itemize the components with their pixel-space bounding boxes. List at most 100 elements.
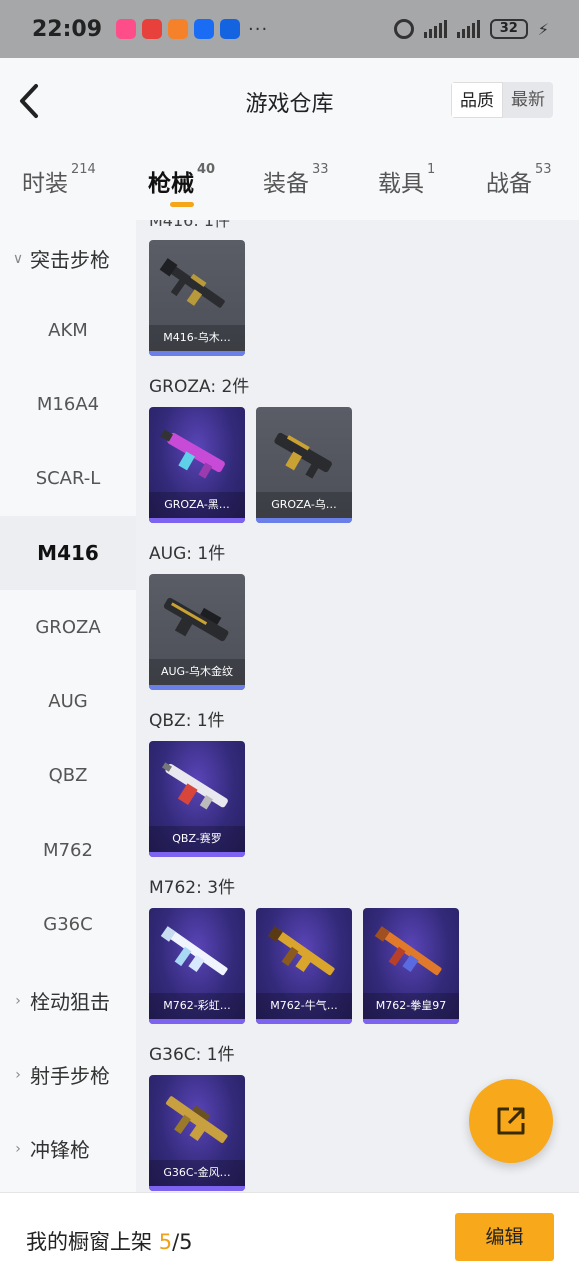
sidebar-category-label: 栓动狙击	[30, 990, 110, 1014]
sidebar-item-m762[interactable]: M762	[0, 814, 136, 888]
weapon-grid: M416: 1件 M416-乌木… GROZA: 2件 GROZA-黑… GRO…	[136, 220, 579, 1192]
group-label-qbz: QBZ: 1件	[149, 711, 225, 731]
category-tabs: 时装214 枪械40 装备33 载具1 战备53	[0, 144, 579, 220]
sidebar-item-g36c[interactable]: G36C	[0, 888, 136, 962]
tab-count: 40	[197, 162, 216, 177]
notification-app-icon	[220, 19, 241, 39]
sidebar-category-label: 射手步枪	[30, 1064, 110, 1088]
tab-count: 33	[312, 162, 329, 177]
chevron-right-icon: ›	[15, 1066, 21, 1083]
tab-count: 53	[535, 162, 552, 177]
group-label-groza: GROZA: 2件	[149, 377, 250, 397]
rifle-icon	[160, 429, 225, 479]
sidebar-category-label: 突击步枪	[30, 248, 110, 272]
rifle-icon	[159, 258, 225, 308]
group-label-m762: M762: 3件	[149, 878, 236, 898]
sidebar-category-marksman[interactable]: › 射手步枪	[10, 1060, 110, 1089]
chevron-down-icon: ∨	[12, 250, 24, 267]
skin-card[interactable]: GROZA-黑…	[149, 407, 245, 523]
rifle-icon	[267, 926, 335, 976]
tab-label: 载具	[378, 171, 424, 197]
skin-card-name: M762-牛气…	[256, 993, 352, 1019]
skin-card-name: M762-拳皇97	[363, 993, 459, 1019]
skin-card-name: AUG-乌木金纹	[149, 659, 245, 685]
group-label-m416: M416: 1件	[149, 220, 231, 230]
tab-battle-gear[interactable]: 战备53	[486, 162, 552, 198]
edit-button[interactable]: 编辑	[455, 1213, 554, 1261]
share-button[interactable]	[469, 1079, 553, 1163]
skin-card-name: QBZ-赛罗	[149, 826, 245, 852]
rarity-bar	[149, 852, 245, 857]
sidebar-item-m16a4[interactable]: M16A4	[0, 368, 136, 442]
sidebar-category-label: 冲锋枪	[30, 1138, 90, 1162]
group-label-aug: AUG: 1件	[149, 544, 226, 564]
skin-card-name: M416-乌木…	[149, 325, 245, 351]
rarity-bar	[149, 1186, 245, 1191]
shelf-total: 5	[179, 1230, 193, 1254]
tab-fashion[interactable]: 时装214	[22, 162, 96, 198]
skin-card-name: GROZA-黑…	[149, 492, 245, 518]
sort-latest-button[interactable]: 最新	[503, 82, 553, 118]
tab-count: 1	[427, 162, 436, 177]
skin-card[interactable]: M762-拳皇97	[363, 908, 459, 1024]
shelf-count: 5	[158, 1230, 173, 1254]
showcase-shelf-status: 我的橱窗上架 5/5	[26, 1226, 193, 1256]
skin-card[interactable]: M762-牛气…	[256, 908, 352, 1024]
notification-app-icon	[142, 19, 163, 39]
tab-label: 枪械	[148, 171, 194, 197]
rifle-icon	[166, 1096, 228, 1143]
rarity-bar	[256, 518, 352, 523]
battery-icon: 32	[489, 19, 528, 39]
sidebar-item-groza[interactable]: GROZA	[0, 591, 136, 665]
skin-card[interactable]: G36C-金风…	[149, 1075, 245, 1191]
notification-app-icon	[168, 19, 189, 39]
notification-app-icon	[194, 19, 215, 39]
tab-label: 战备	[486, 171, 532, 197]
tab-firearms[interactable]: 枪械40	[148, 162, 216, 198]
tab-equipment[interactable]: 装备33	[263, 162, 329, 198]
rarity-bar	[149, 1019, 245, 1024]
sort-toggle[interactable]: 品质 最新	[451, 82, 553, 118]
header: 游戏仓库 品质 最新	[0, 58, 579, 144]
rifle-icon	[274, 432, 332, 479]
alarm-icon	[393, 19, 414, 39]
tab-label: 装备	[263, 171, 309, 197]
tab-count: 214	[71, 162, 96, 177]
rifle-icon	[162, 762, 228, 810]
back-arrow-icon[interactable]	[16, 82, 44, 120]
chevron-right-icon: ›	[15, 1140, 21, 1157]
share-icon	[497, 1107, 525, 1135]
weapon-type-sidebar: ∨ 突击步枪 AKM M16A4 SCAR-L M416 GROZA AUG Q…	[0, 220, 136, 1192]
bottom-bar: 我的橱窗上架 5/5 编辑	[0, 1192, 579, 1280]
sidebar-category-assault-rifles[interactable]: ∨ 突击步枪	[10, 244, 110, 273]
skin-card-name: G36C-金风…	[149, 1160, 245, 1186]
group-label-g36c: G36C: 1件	[149, 1045, 235, 1065]
active-tab-indicator	[170, 202, 194, 207]
sort-quality-button[interactable]: 品质	[451, 82, 503, 118]
sidebar-item-aug[interactable]: AUG	[0, 665, 136, 739]
skin-card[interactable]: QBZ-赛罗	[149, 741, 245, 857]
rifle-icon	[374, 926, 442, 976]
skin-card[interactable]: GROZA-乌…	[256, 407, 352, 523]
status-bar: 22:09 ··· 32 ⚡	[0, 0, 579, 58]
rarity-bar	[149, 351, 245, 356]
tab-vehicles[interactable]: 载具1	[378, 162, 436, 198]
sidebar-category-smg[interactable]: › 冲锋枪	[10, 1134, 90, 1163]
tab-label: 时装	[22, 171, 68, 197]
skin-card-name: M762-彩虹…	[149, 993, 245, 1019]
sidebar-category-bolt-action[interactable]: › 栓动狙击	[10, 986, 110, 1015]
sidebar-item-m416[interactable]: M416	[0, 516, 136, 590]
sidebar-item-scar-l[interactable]: SCAR-L	[0, 442, 136, 516]
skin-card[interactable]: AUG-乌木金纹	[149, 574, 245, 690]
rifle-icon	[163, 597, 229, 642]
signal-icon	[456, 20, 480, 38]
sidebar-item-akm[interactable]: AKM	[0, 294, 136, 368]
skin-card[interactable]: M416-乌木…	[149, 240, 245, 356]
rarity-bar	[149, 518, 245, 523]
more-notifications-icon: ···	[248, 18, 269, 40]
shelf-label: 我的橱窗上架	[26, 1230, 152, 1254]
skin-card[interactable]: M762-彩虹…	[149, 908, 245, 1024]
notification-app-icon	[116, 19, 137, 39]
sidebar-item-qbz[interactable]: QBZ	[0, 739, 136, 813]
chevron-right-icon: ›	[15, 992, 21, 1009]
